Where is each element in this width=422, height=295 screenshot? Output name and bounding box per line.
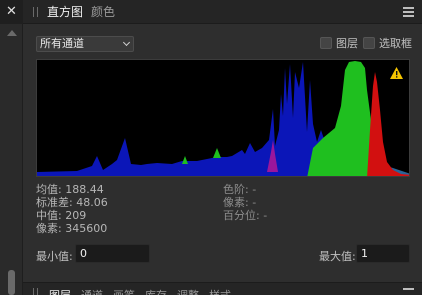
bottom-panel-tabs: 图层 通道 画笔 库存 调整 样式 [23,282,422,295]
selection-checkbox-label: 选取框 [379,37,412,50]
tab-adjustments[interactable]: 调整 [177,287,199,295]
histogram-red-area [367,72,409,176]
stat-mean: 均值: 188.44 [36,183,104,196]
panel-header: 直方图 颜色 [23,0,422,24]
min-value-field[interactable]: 0 [75,244,150,263]
stat-pixels: 像素: 345600 [36,222,108,235]
layer-checkbox-label: 图层 [336,37,358,50]
scrollbar-thumb[interactable] [8,270,15,295]
tab-channels[interactable]: 通道 [81,287,103,295]
max-value-field[interactable]: 1 [356,244,410,263]
max-label: 最大值: [319,250,356,263]
selection-checkbox[interactable]: 选取框 [363,37,422,51]
chevron-down-icon [122,38,131,47]
histogram-canvas[interactable] [36,59,410,177]
stat-pixels-cursor: 像素: - [223,196,257,209]
scroll-up-icon[interactable] [7,30,17,36]
selection-checkbox-box[interactable] [363,37,375,49]
channel-select[interactable]: 所有通道 [36,36,134,52]
tab-styles[interactable]: 样式 [209,287,231,295]
tab-layers[interactable]: 图层 [49,287,71,295]
grip-icon-bottom[interactable] [33,288,38,295]
stats-left: 均值: 188.44 标准差: 48.06 中值: 209 像素: 345600 [36,183,108,235]
min-label: 最小值: [36,250,73,263]
stat-median: 中值: 209 [36,209,87,222]
channel-select-value: 所有通道 [40,37,84,50]
tab-stock[interactable]: 库存 [145,287,167,295]
histogram-black-gap [37,60,38,61]
stat-stddev: 标准差: 48.06 [36,196,108,209]
histogram-graph [37,60,409,176]
tab-color[interactable]: 颜色 [91,0,115,24]
layer-checkbox-box[interactable] [320,37,332,49]
stat-level: 色阶: - [223,183,257,196]
tab-brushes[interactable]: 画笔 [113,287,135,295]
histogram-panel: 直方图 颜色 所有通道 图层 选取框 均值: 188.44 标准差: 48.06… [23,0,422,282]
left-strip: ✕ [0,0,23,295]
close-icon[interactable]: ✕ [0,0,23,24]
stats-right: 色阶: - 像素: - 百分位: - [223,183,267,222]
stat-percentile: 百分位: - [223,209,268,222]
tab-histogram[interactable]: 直方图 [47,0,83,24]
menu-icon[interactable] [403,7,414,17]
warning-icon [390,67,403,79]
grip-icon[interactable] [33,7,38,17]
bottom-menu-icon[interactable] [403,288,414,295]
